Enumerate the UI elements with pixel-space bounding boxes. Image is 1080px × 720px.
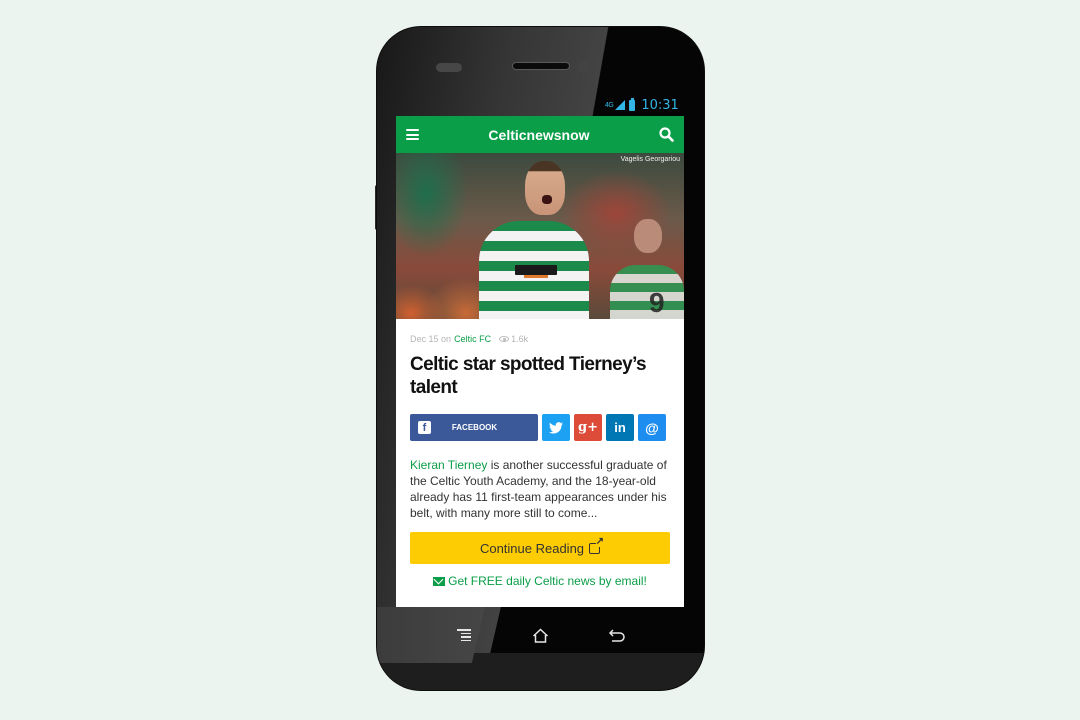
front-camera [578,61,591,74]
photo-credit: Vagelis Georgariou [620,156,680,163]
teammate-figure [610,265,684,319]
phone-frame: 4G 10:31 Celticnewsnow 9 Vagelis Georgar… [377,27,704,690]
view-count-value: 1.6k [511,334,529,344]
proximity-sensor [436,63,462,72]
newsletter-signup-link[interactable]: Get FREE daily Celtic news by email! [410,574,670,588]
continue-reading-label: Continue Reading [479,540,585,556]
share-facebook-button[interactable]: f FACEBOOK [410,414,538,441]
clock: 10:31 [641,97,679,113]
android-nav-bar [377,607,704,663]
article-headline[interactable]: Celtic star spotted Tierney’s talent [410,353,670,399]
share-googleplus-button[interactable]: g+ [574,414,602,441]
app-title[interactable]: Celticnewsnow [488,127,589,143]
view-count: 1.6k [499,334,528,344]
linkedin-icon: in [614,420,626,435]
shirt-sponsor [515,265,557,275]
googleplus-icon: g+ [578,420,598,435]
category-link[interactable]: Celtic FC [454,334,491,344]
signal-icon [615,100,626,110]
share-twitter-button[interactable] [542,414,570,441]
article-date: Dec 15 [410,334,439,344]
facebook-icon: f [418,421,431,434]
back-icon [609,628,625,642]
share-linkedin-button[interactable]: in [606,414,634,441]
email-at-icon: @ [645,419,659,436]
network-type: 4G [605,101,614,109]
article-excerpt: Kieran Tierney is another successful gra… [410,457,670,521]
back-button[interactable] [603,623,633,647]
home-icon [532,627,549,643]
search-icon[interactable] [659,127,674,142]
earpiece-speaker [512,62,570,70]
recent-apps-icon [456,629,471,641]
article-card: Dec 15 on Celtic FC 1.6k Celtic star spo… [396,334,684,588]
meta-on: on [441,334,452,344]
app-bar: Celticnewsnow [396,116,684,153]
continue-reading-button[interactable]: Continue Reading [410,532,670,564]
player-link[interactable]: Kieran Tierney [410,458,487,472]
app-screen: Celticnewsnow 9 Vagelis Georgariou Dec 1… [396,116,684,607]
status-bar: 4G 10:31 [605,97,679,113]
newsletter-label: Get FREE daily Celtic news by email! [448,574,647,588]
eye-icon [499,336,510,342]
hamburger-icon[interactable] [406,129,419,140]
facebook-label: FACEBOOK [451,423,498,432]
envelope-icon [433,576,446,586]
share-email-button[interactable]: @ [638,414,666,441]
share-buttons: f FACEBOOK g+ in @ [410,414,670,441]
recent-apps-button[interactable] [449,623,479,647]
battery-icon [629,97,636,111]
article-meta: Dec 15 on Celtic FC 1.6k [410,334,670,344]
home-button[interactable] [526,623,556,647]
article-hero-image[interactable]: 9 Vagelis Georgariou [396,153,684,319]
external-link-icon [589,536,605,554]
twitter-icon [549,421,563,434]
